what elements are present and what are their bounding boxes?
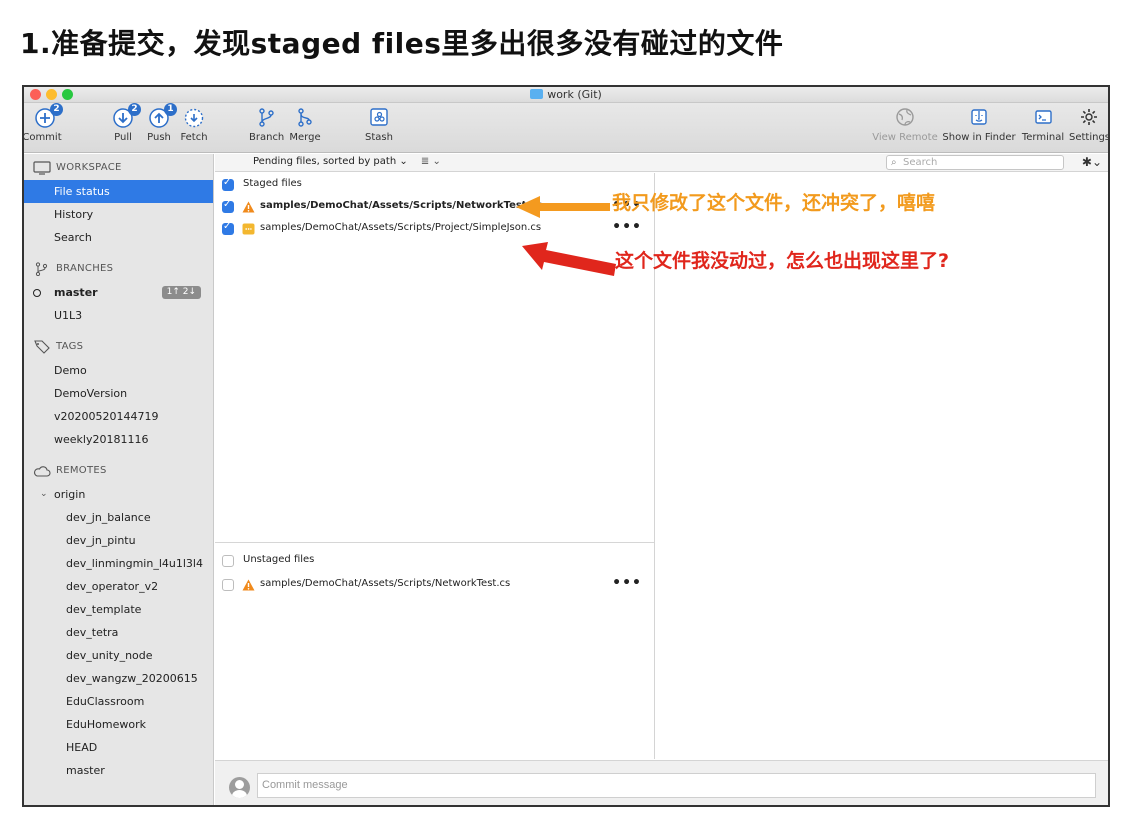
list-view-icon[interactable]: ≣ ⌄ (421, 156, 441, 167)
sidebar-remote-branch[interactable]: EduHomework (24, 713, 213, 736)
annotation-unexpected-file: 这个文件我没动过，怎么也出现这里了? (615, 250, 950, 272)
terminal-icon (1035, 110, 1052, 124)
panel-divider[interactable]: Unstaged files samples/DemoChat/Assets/S… (215, 542, 654, 591)
sidebar-remote-branch[interactable]: master (24, 759, 213, 782)
tag-icon (34, 340, 50, 354)
sidebar-remote-branch[interactable]: dev_template (24, 598, 213, 621)
sidebar-remote-branch[interactable]: dev_jn_pintu (24, 529, 213, 552)
push-badge: 1 (164, 103, 177, 116)
sidebar-remote-branch[interactable]: HEAD (24, 736, 213, 759)
ahead-behind-badge: 1↑ 2↓ (161, 286, 201, 299)
sidebar-tag[interactable]: v20200520144719 (24, 405, 213, 428)
arrow-left-orange-icon (516, 196, 610, 218)
sidebar-remote-origin[interactable]: ⌄ origin (24, 483, 213, 506)
commit-bar: Commit message (215, 760, 1108, 805)
sort-dropdown[interactable]: Pending files, sorted by path ⌄ ≣ ⌄ (253, 156, 441, 167)
sidebar: WORKSPACE File status History Search BRA… (24, 154, 214, 805)
window-title: work (Git) (24, 88, 1108, 101)
gear-icon (1081, 109, 1097, 125)
merge-button[interactable]: Merge (288, 105, 322, 143)
actions-gear-icon[interactable]: ✱⌄ (1082, 155, 1102, 169)
conflict-warning-icon (242, 579, 255, 591)
page-heading: 1.准备提交，发现staged files里多出很多没有碰过的文件 (20, 27, 784, 60)
sidebar-tag[interactable]: weekly20181116 (24, 428, 213, 451)
file-checkbox[interactable] (222, 199, 234, 213)
sidebar-remote-branch[interactable]: dev_linmingmin_l4u1l3l4 (24, 552, 213, 575)
file-checkbox[interactable] (222, 579, 234, 591)
fetch-button[interactable]: Fetch (178, 105, 210, 143)
fetch-icon (184, 108, 204, 128)
sidebar-remote-branch[interactable]: dev_tetra (24, 621, 213, 644)
more-options-icon[interactable]: ••• (612, 219, 642, 235)
staged-all-checkbox[interactable] (222, 177, 234, 191)
sidebar-item-file-status[interactable]: File status (24, 180, 213, 203)
finder-icon (971, 109, 987, 125)
chevron-down-icon: ⌄ (40, 489, 48, 499)
commit-message-input[interactable]: Commit message (257, 773, 1096, 798)
unstaged-file-row[interactable]: samples/DemoChat/Assets/Scripts/NetworkT… (215, 575, 654, 597)
branch-button[interactable]: Branch (249, 105, 284, 143)
cloud-icon (33, 466, 51, 477)
remotes-header[interactable]: REMOTES (24, 459, 213, 483)
push-button[interactable]: 1 Push (142, 103, 177, 143)
branch-icon (259, 108, 274, 127)
settings-button[interactable]: Settings (1069, 105, 1108, 143)
sidebar-remote-branch[interactable]: dev_operator_v2 (24, 575, 213, 598)
sidebar-remote-branch[interactable]: EduClassroom (24, 690, 213, 713)
arrow-left-red-icon (522, 242, 616, 276)
branches-header[interactable]: BRANCHES (24, 257, 213, 281)
current-branch-icon (33, 289, 41, 297)
avatar (229, 777, 250, 798)
search-input[interactable]: ⌕ Search (886, 155, 1064, 170)
file-checkbox[interactable] (222, 221, 234, 235)
sidebar-tag[interactable]: DemoVersion (24, 382, 213, 405)
globe-icon (896, 108, 914, 126)
sidebar-item-search[interactable]: Search (24, 226, 213, 249)
merge-icon (298, 108, 312, 127)
sidebar-branch-u1l3[interactable]: U1L3 (24, 304, 213, 327)
pull-badge: 2 (128, 103, 141, 116)
sidebar-item-history[interactable]: History (24, 203, 213, 226)
stash-icon (370, 108, 388, 126)
sidebar-remote-branch[interactable]: dev_wangzw_20200615 (24, 667, 213, 690)
conflict-warning-icon (242, 201, 255, 213)
annotation-staged-conflict: 我只修改了这个文件，还冲突了，嘻嘻 (612, 192, 936, 214)
sidebar-branch-master[interactable]: master 1↑ 2↓ (24, 281, 213, 304)
modified-file-icon (242, 223, 255, 235)
pull-button[interactable]: 2 Pull (108, 103, 141, 143)
unstaged-all-checkbox[interactable] (222, 555, 234, 567)
commit-button[interactable]: 2 Commit (24, 103, 63, 143)
tags-header[interactable]: TAGS (24, 335, 213, 359)
view-remote-button[interactable]: View Remote (872, 105, 938, 143)
unstaged-header-row: Unstaged files (215, 551, 654, 573)
sidebar-remote-branch[interactable]: dev_jn_balance (24, 506, 213, 529)
filter-bar: Pending files, sorted by path ⌄ ≣ ⌄ ⌕ Se… (215, 154, 1108, 172)
monitor-icon (33, 161, 51, 175)
branch-icon (35, 262, 48, 276)
title-bar: work (Git) (24, 87, 1108, 103)
sidebar-tag[interactable]: Demo (24, 359, 213, 382)
folder-icon (530, 89, 544, 99)
toolbar: 2 Commit 2 Pull 1 Push Fetch Branch Merg… (24, 103, 1108, 153)
commit-badge: 2 (50, 103, 63, 116)
terminal-button[interactable]: Terminal (1018, 105, 1068, 143)
show-in-finder-button[interactable]: Show in Finder (942, 105, 1016, 143)
stash-button[interactable]: Stash (362, 105, 396, 143)
sidebar-remote-branch[interactable]: dev_unity_node (24, 644, 213, 667)
search-icon: ⌕ (891, 157, 897, 168)
workspace-header[interactable]: WORKSPACE (24, 156, 213, 180)
more-options-icon[interactable]: ••• (612, 575, 642, 591)
